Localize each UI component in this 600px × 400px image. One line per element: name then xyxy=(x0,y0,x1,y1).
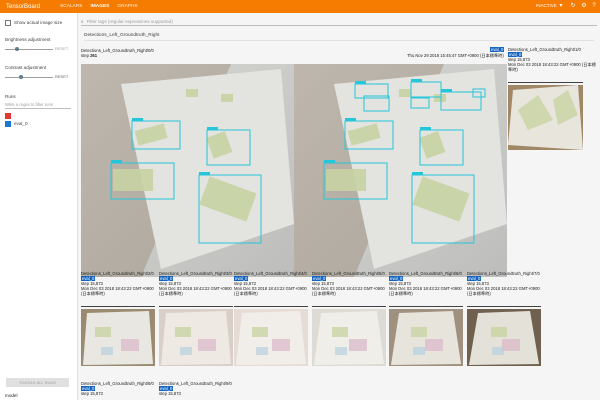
card-image-content xyxy=(389,309,463,366)
card-date: Mon Dec 03 2018 18:43:22 GMT+0900 (日本標準時… xyxy=(508,62,596,72)
bottom-card-caption: Detections_Left_Groundtruth_Right/8/0 ev… xyxy=(81,381,154,396)
card-image[interactable] xyxy=(467,309,541,366)
brightness-reset-button[interactable]: RESET xyxy=(55,46,68,51)
step-slider[interactable] xyxy=(81,306,155,307)
contrast-label: Contrast adjustment xyxy=(5,65,47,70)
step-slider[interactable] xyxy=(312,306,386,307)
step-slider[interactable] xyxy=(389,306,463,307)
card-caption: Detections_Left_Groundtruth_Right/3/0 eva… xyxy=(159,271,233,296)
card-image[interactable] xyxy=(81,309,155,366)
card-timezone: (日本標準時) xyxy=(467,291,491,296)
detection-image xyxy=(81,64,507,277)
side-image-content xyxy=(508,85,583,150)
inactive-dropdown[interactable]: INACTIVE xyxy=(536,3,557,8)
app-title: TensorBoard xyxy=(6,3,41,10)
show-actual-size-label: Show actual image size xyxy=(14,20,63,26)
card-image[interactable] xyxy=(159,309,233,366)
run-checkbox[interactable] xyxy=(5,113,11,119)
card-step: step 15,873 xyxy=(159,391,181,396)
step-slider[interactable] xyxy=(159,306,233,307)
tab-scalars[interactable]: SCALARS xyxy=(60,4,82,9)
brightness-label: Brightness adjustment xyxy=(5,37,51,42)
card-timezone: (日本標準時) xyxy=(81,291,105,296)
search-icon: ⌕ xyxy=(81,18,84,24)
section-title[interactable]: Detections_Left_Groundtruth_Right xyxy=(84,33,594,41)
sidebar: Show actual image size Brightness adjust… xyxy=(0,13,78,400)
card-image[interactable] xyxy=(312,309,386,366)
big-card-caption: Detections_Left_Groundtruth_Right/0/0 st… xyxy=(81,48,154,58)
card-timezone: (日本標準時) xyxy=(159,291,183,296)
card-image[interactable] xyxy=(234,309,308,366)
big-card-date: eval_0 Thu Nov 29 2018 15:45:47 GMT+0900… xyxy=(407,47,505,58)
card-step: step 261 xyxy=(81,53,98,58)
card-timezone: (日本標準時) xyxy=(312,291,336,296)
card-image-content xyxy=(159,309,233,366)
toggle-all-runs-button[interactable]: TOGGLE ALL RUNS xyxy=(6,378,69,387)
contrast-slider[interactable] xyxy=(5,75,53,79)
card-image-content xyxy=(467,309,541,366)
chevron-down-icon[interactable]: ▾ xyxy=(558,3,564,9)
card-image-content xyxy=(312,309,386,366)
card-image-content xyxy=(234,309,308,366)
card-caption: Detections_Left_Groundtruth_Right/2/0 eva… xyxy=(81,271,155,296)
card-caption: Detections_Left_Groundtruth_Right/7/0 eva… xyxy=(467,271,541,296)
run-checkbox[interactable] xyxy=(5,121,11,127)
show-actual-size-option[interactable]: Show actual image size xyxy=(5,20,62,26)
card-caption: Detections_Left_Groundtruth_Right/5/0 eva… xyxy=(312,271,386,296)
card-caption: Detections_Left_Groundtruth_Right/4/0 eva… xyxy=(234,271,308,296)
run-tag: eval_0 xyxy=(490,47,505,52)
side-card-caption: Detections_Left_Groundtruth_Right/1/0 ev… xyxy=(508,47,600,72)
big-image[interactable] xyxy=(81,64,507,277)
contrast-knob[interactable] xyxy=(19,75,23,79)
card-timezone: (日本標準時) xyxy=(234,291,258,296)
main-content: ⌕ Filter tags (regular expressions suppo… xyxy=(78,13,600,400)
show-actual-size-checkbox[interactable] xyxy=(5,20,11,26)
card-timezone: (日本標準時) xyxy=(389,291,413,296)
tab-graphs[interactable]: GRAPHS xyxy=(117,4,137,9)
side-image[interactable] xyxy=(508,85,583,150)
runs-label: Runs xyxy=(5,94,16,99)
brightness-knob[interactable] xyxy=(15,47,19,51)
card-image-content xyxy=(81,309,155,366)
run-label: . xyxy=(14,113,16,119)
settings-icon[interactable]: ⚙ xyxy=(581,3,587,9)
step-slider[interactable] xyxy=(508,82,583,83)
help-icon[interactable]: ? xyxy=(591,3,597,9)
run-item-eval0[interactable]: eval_0 xyxy=(5,121,28,127)
top-app-bar: TensorBoard SCALARS IMAGES GRAPHS xyxy=(0,0,600,13)
card-date: Thu Nov 29 2018 15:45:47 GMT+0900 (日本標準時… xyxy=(407,53,504,58)
tag-filter-placeholder: Filter tags (regular expressions support… xyxy=(86,18,173,24)
contrast-reset-button[interactable]: RESET xyxy=(55,74,68,79)
run-item-dot[interactable]: . xyxy=(5,113,15,119)
card-image[interactable] xyxy=(389,309,463,366)
card-caption: Detections_Left_Groundtruth_Right/6/0 eva… xyxy=(389,271,463,296)
step-slider[interactable] xyxy=(467,306,541,307)
brightness-slider[interactable] xyxy=(5,47,53,51)
run-label: eval_0 xyxy=(14,121,28,127)
step-slider[interactable] xyxy=(234,306,308,307)
bottom-card-caption: Detections_Left_Groundtruth_Right/9/0 ev… xyxy=(159,381,232,396)
card-step: step 15,873 xyxy=(81,391,103,396)
runs-filter-input[interactable]: Write a regex to filter runs xyxy=(5,102,71,109)
model-label: model xyxy=(5,393,18,398)
tag-filter-input[interactable]: ⌕ Filter tags (regular expressions suppo… xyxy=(81,17,597,26)
refresh-icon[interactable]: ↻ xyxy=(570,3,576,9)
tab-images[interactable]: IMAGES xyxy=(90,4,109,9)
